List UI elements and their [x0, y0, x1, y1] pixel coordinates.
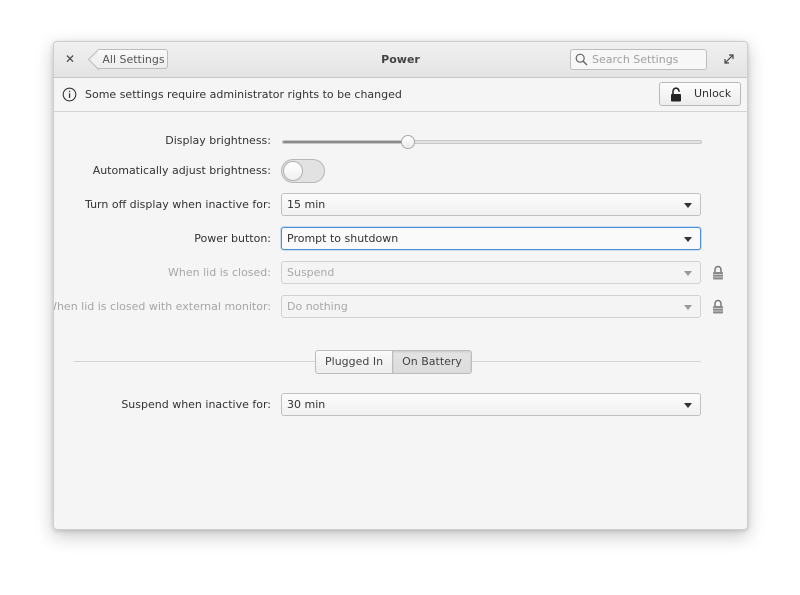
brightness-label: Display brightness:	[165, 134, 271, 147]
settings-window: ✕ All Settings Power Some settings requi…	[53, 41, 748, 530]
power-button-dropdown[interactable]: Prompt to shutdown	[281, 227, 701, 250]
search-box[interactable]	[570, 49, 707, 70]
search-icon	[575, 53, 588, 66]
padlock-icon	[713, 299, 723, 314]
suspend-dropdown[interactable]: 30 min	[281, 393, 701, 416]
brightness-slider-handle[interactable]	[401, 135, 416, 149]
brightness-slider[interactable]	[282, 135, 702, 149]
display-off-value: 15 min	[287, 198, 326, 211]
display-off-dropdown[interactable]: 15 min	[281, 193, 701, 216]
lid-closed-external-value: Do nothing	[287, 300, 348, 313]
power-button-value: Prompt to shutdown	[287, 232, 399, 245]
back-button[interactable]: All Settings	[98, 49, 168, 69]
lid-closed-dropdown: Suspend	[281, 261, 701, 284]
dropdown-arrow-icon	[684, 403, 692, 408]
power-button-label: Power button:	[194, 232, 271, 245]
dropdown-arrow-icon	[684, 203, 692, 208]
close-button[interactable]: ✕	[63, 52, 77, 66]
permission-infobar: Some settings require administrator righ…	[54, 78, 747, 112]
maximize-icon[interactable]	[723, 53, 735, 65]
brightness-slider-fill	[283, 141, 409, 143]
dropdown-arrow-icon	[684, 271, 692, 276]
search-input[interactable]	[592, 51, 702, 68]
power-source-switcher: Plugged In On Battery	[315, 350, 472, 374]
lid-closed-label: When lid is closed:	[168, 266, 271, 279]
unlock-button-label: Unlock	[694, 87, 732, 100]
on-battery-tab[interactable]: On Battery	[392, 351, 471, 373]
suspend-label: Suspend when inactive for:	[121, 398, 271, 411]
dropdown-arrow-icon	[684, 305, 692, 310]
dropdown-arrow-icon	[684, 237, 692, 242]
section-separator-left	[74, 361, 315, 362]
auto-brightness-switch[interactable]	[281, 159, 325, 183]
lid-closed-external-dropdown: Do nothing	[281, 295, 701, 318]
close-icon: ✕	[64, 52, 76, 66]
lid-closed-external-label: When lid is closed with external monitor…	[53, 300, 271, 313]
unlock-button[interactable]: Unlock	[659, 82, 741, 106]
info-icon	[62, 87, 77, 102]
header-bar: ✕ All Settings Power	[54, 42, 747, 78]
auto-brightness-label: Automatically adjust brightness:	[92, 164, 271, 177]
infobar-message: Some settings require administrator righ…	[85, 88, 402, 101]
suspend-value: 30 min	[287, 398, 326, 411]
lid-closed-value: Suspend	[287, 266, 335, 279]
unlocked-padlock-icon	[671, 87, 681, 102]
plugged-in-tab[interactable]: Plugged In	[316, 351, 392, 373]
display-off-label: Turn off display when inactive for:	[85, 198, 271, 211]
padlock-icon	[713, 265, 723, 280]
section-separator-right	[462, 361, 701, 362]
switch-knob	[283, 161, 303, 181]
